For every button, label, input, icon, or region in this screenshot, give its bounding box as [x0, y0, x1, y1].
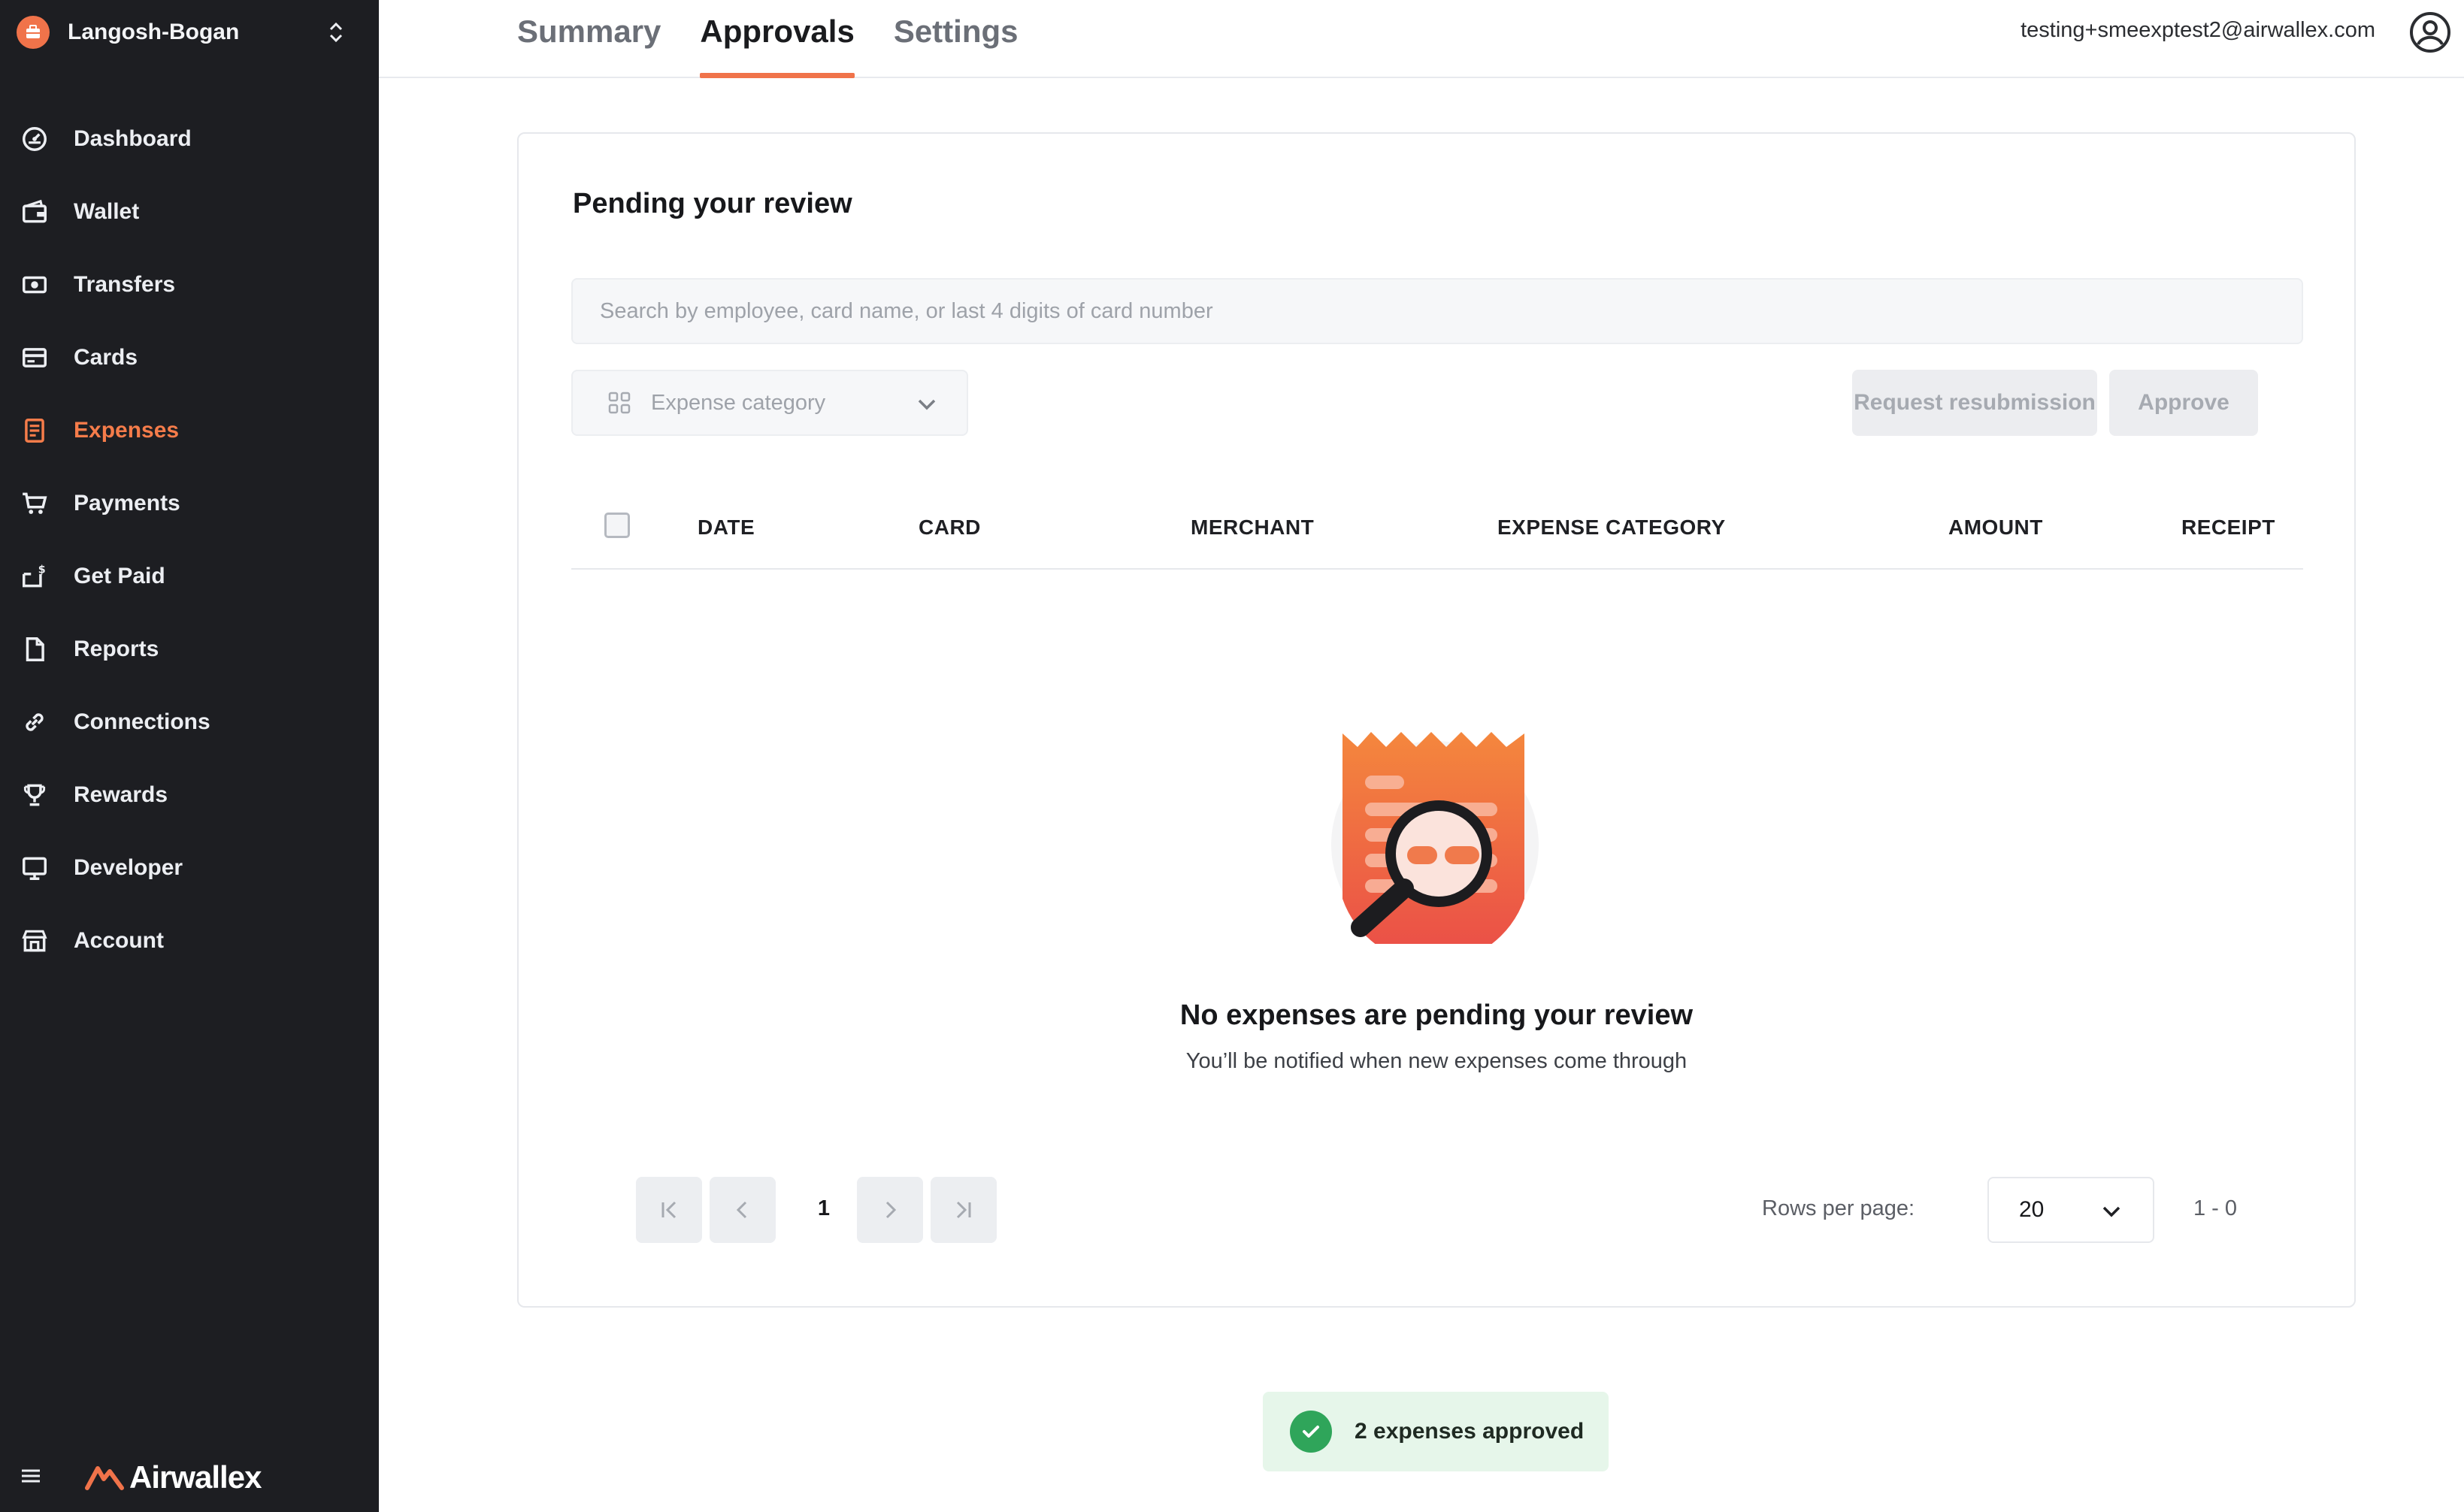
sidebar-item-label: Account: [74, 927, 164, 953]
document-icon: [20, 634, 50, 664]
sidebar-item-transfers[interactable]: Transfers: [0, 248, 379, 321]
chevron-down-icon: [2102, 1206, 2120, 1217]
sidebar-item-label: Payments: [74, 490, 180, 516]
rows-per-page-label: Rows per page:: [1762, 1196, 1915, 1220]
table-header: DATE CARD MERCHANT EXPENSE CATEGORY AMOU…: [571, 487, 2303, 570]
first-page-icon: [661, 1201, 677, 1219]
rows-per-page-select[interactable]: 20: [1987, 1177, 2154, 1243]
grid-icon: [608, 392, 631, 414]
sidebar-item-rewards[interactable]: Rewards: [0, 758, 379, 831]
last-page-icon: [956, 1201, 971, 1219]
approve-button[interactable]: Approve: [2109, 370, 2258, 436]
empty-state-title: No expenses are pending your review: [1179, 999, 1694, 1031]
monitor-icon: [20, 853, 50, 883]
receipt-magnifier-illustration: [1326, 726, 1544, 964]
current-page[interactable]: 1: [809, 1196, 839, 1221]
top-bar: Summary Approvals Settings testing+smeex…: [379, 0, 2464, 78]
link-icon: [20, 707, 50, 737]
next-page-button[interactable]: [857, 1177, 923, 1243]
chevron-right-icon: [885, 1201, 897, 1219]
filter-label: Expense category: [651, 390, 826, 415]
chevron-up-down-icon: [325, 20, 347, 45]
get-paid-icon: $: [20, 561, 50, 591]
store-icon: [20, 926, 50, 956]
sidebar-item-wallet[interactable]: Wallet: [0, 175, 379, 248]
hamburger-menu-icon[interactable]: [20, 1465, 42, 1491]
column-card[interactable]: CARD: [919, 516, 981, 540]
tab-settings[interactable]: Settings: [894, 0, 1019, 78]
sidebar-item-label: Connections: [74, 709, 210, 734]
cart-icon: [20, 488, 50, 519]
sidebar-item-label: Developer: [74, 854, 183, 880]
pending-review-card: Pending your review Expense category Req…: [517, 132, 2356, 1308]
brand-name: Airwallex: [129, 1459, 262, 1495]
airwallex-logo: Airwallex: [84, 1459, 262, 1495]
tab-approvals[interactable]: Approvals: [700, 0, 855, 78]
pagination-range: 1 - 0: [2193, 1196, 2238, 1220]
sidebar-item-account[interactable]: Account: [0, 904, 379, 977]
transfers-icon: [20, 270, 50, 300]
sidebar-item-label: Reports: [74, 636, 159, 661]
sidebar-item-label: Wallet: [74, 198, 140, 224]
sidebar-item-label: Expenses: [74, 417, 180, 443]
trophy-icon: [20, 780, 50, 810]
sidebar: Langosh-Bogan Dashboard Wallet Transfers…: [0, 0, 379, 1512]
column-merchant[interactable]: MERCHANT: [1191, 516, 1314, 540]
chevron-left-icon: [736, 1201, 747, 1219]
sidebar-item-connections[interactable]: Connections: [0, 685, 379, 758]
sidebar-item-cards[interactable]: Cards: [0, 321, 379, 394]
wallet-icon: [20, 197, 50, 227]
column-receipt[interactable]: RECEIPT: [2181, 516, 2275, 540]
column-date[interactable]: DATE: [698, 516, 755, 540]
cards-icon: [20, 343, 50, 373]
chevron-down-icon: [918, 399, 936, 410]
first-page-button[interactable]: [636, 1177, 702, 1243]
org-name: Langosh-Bogan: [68, 20, 240, 44]
sidebar-nav: Dashboard Wallet Transfers Cards Expense…: [0, 102, 379, 977]
tab-summary[interactable]: Summary: [517, 0, 661, 78]
sidebar-item-dashboard[interactable]: Dashboard: [0, 102, 379, 175]
search-input[interactable]: [571, 278, 2303, 344]
expense-category-filter[interactable]: Expense category: [571, 370, 968, 436]
sidebar-item-label: Cards: [74, 344, 138, 370]
success-toast: 2 expenses approved: [1263, 1392, 1609, 1471]
select-all-checkbox[interactable]: [604, 513, 630, 538]
airwallex-logo-icon: [85, 1466, 124, 1490]
toast-message: 2 expenses approved: [1355, 1419, 1585, 1444]
sidebar-item-label: Dashboard: [74, 125, 192, 151]
sidebar-item-get-paid[interactable]: $ Get Paid: [0, 540, 379, 612]
previous-page-button[interactable]: [710, 1177, 776, 1243]
user-email: testing+smeexptest2@airwallex.com: [2021, 18, 2375, 42]
svg-text:$: $: [38, 564, 46, 576]
last-page-button[interactable]: [931, 1177, 997, 1243]
org-logo-icon: [17, 16, 50, 49]
request-resubmission-button[interactable]: Request resubmission: [1852, 370, 2097, 436]
rows-per-page-value: 20: [2019, 1197, 2045, 1222]
tabs: Summary Approvals Settings: [517, 0, 1058, 78]
sidebar-footer: Airwallex: [20, 1456, 262, 1498]
empty-state-subtitle: You’ll be notified when new expenses com…: [1185, 1049, 1688, 1073]
column-expense-category[interactable]: EXPENSE CATEGORY: [1497, 516, 1726, 540]
column-amount[interactable]: AMOUNT: [1948, 516, 2043, 540]
expenses-icon: [20, 416, 50, 446]
sidebar-item-reports[interactable]: Reports: [0, 612, 379, 685]
sidebar-item-developer[interactable]: Developer: [0, 831, 379, 904]
sidebar-item-label: Get Paid: [74, 563, 165, 588]
user-avatar-icon[interactable]: [2408, 11, 2452, 54]
org-switcher[interactable]: Langosh-Bogan: [17, 14, 347, 51]
sidebar-item-payments[interactable]: Payments: [0, 467, 379, 540]
sidebar-item-expenses[interactable]: Expenses: [0, 394, 379, 467]
dashboard-icon: [20, 124, 50, 154]
check-circle-icon: [1290, 1411, 1332, 1453]
sidebar-item-label: Transfers: [74, 271, 176, 297]
page-title: Pending your review: [573, 188, 852, 219]
sidebar-item-label: Rewards: [74, 782, 168, 807]
